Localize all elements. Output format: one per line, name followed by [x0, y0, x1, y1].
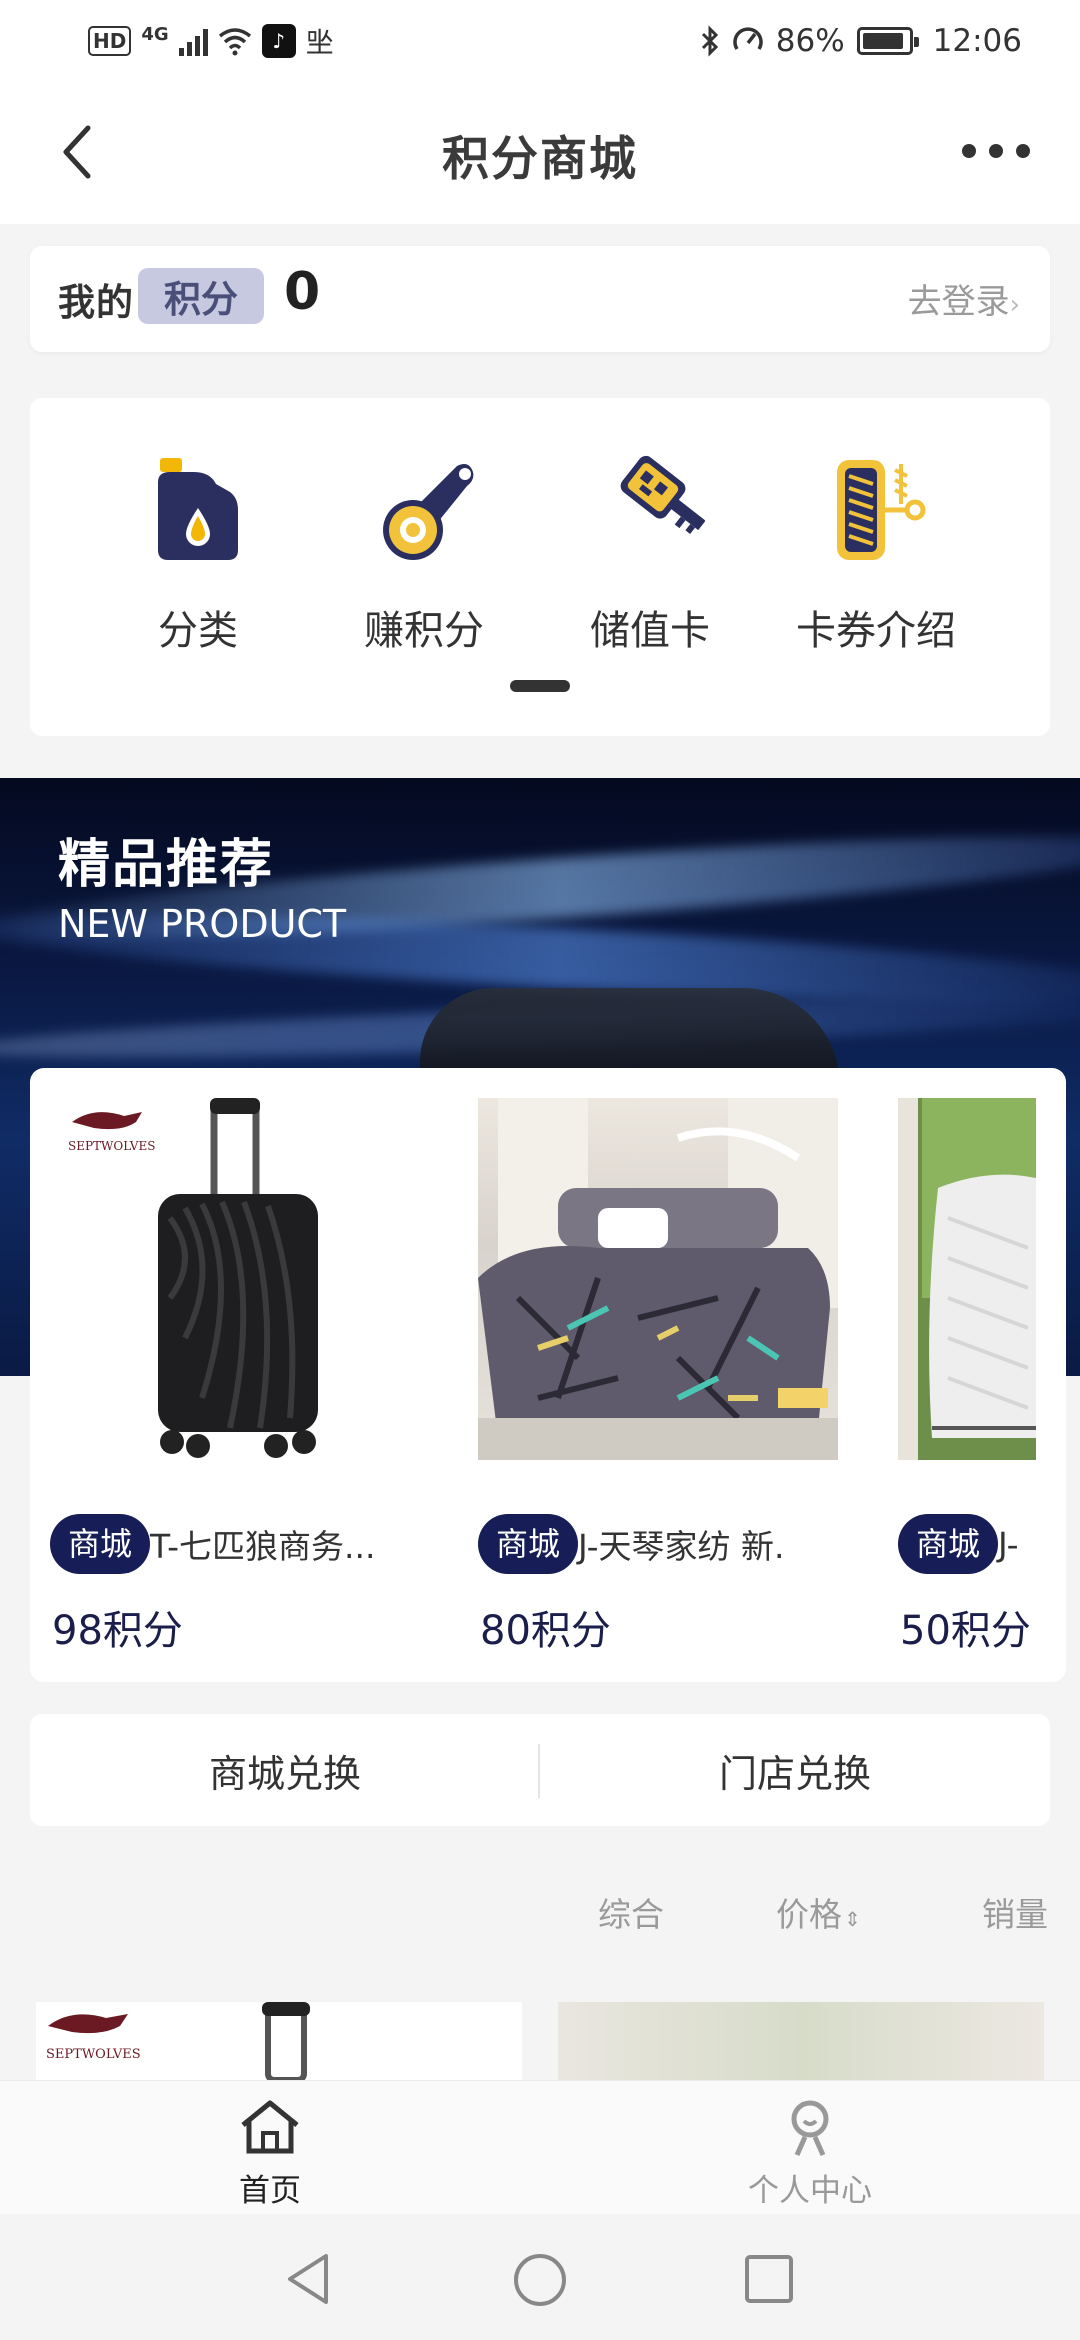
person-icon — [791, 2100, 829, 2157]
banner-title: 精品推荐 — [58, 835, 275, 895]
sort-arrows-icon: ⇕ — [844, 1907, 861, 1931]
product-name: 商城 J-天琴家纺 新. — [478, 1514, 878, 1574]
app-notification-icon: 㘴 — [305, 26, 334, 59]
network-type: 4G — [141, 24, 169, 45]
category-label: 卡券介绍 — [796, 608, 956, 654]
product-card[interactable]: 商城 J- 50积分 — [898, 1098, 1066, 1654]
chevron-right-icon: › — [1009, 290, 1020, 320]
hd-icon: HD — [88, 26, 132, 56]
app-header: 积分商城 — [0, 82, 1080, 224]
mall-tag: 商城 — [478, 1514, 579, 1574]
tiktok-icon: ♪ — [261, 24, 296, 58]
product-card[interactable]: 商城 J-天琴家纺 新. 80积分 — [478, 1098, 838, 1654]
tab-home[interactable]: 首页 — [170, 2097, 370, 2210]
category-menu: 分类 赚积分 储值卡 卡券介绍 — [30, 398, 1050, 736]
sort-sales[interactable]: 销量 — [982, 1888, 1048, 1936]
nav-home-icon[interactable] — [512, 2252, 568, 2308]
product-image: SEPTWOLVES — [50, 1098, 410, 1460]
tape-measure-icon — [383, 464, 474, 560]
mall-tag: 商城 — [898, 1514, 999, 1574]
page-indicator — [510, 680, 570, 692]
status-bar: HD 4G ♪ 㘴 86% 12:06 — [0, 0, 1080, 82]
brand-logo: SEPTWOLVES — [46, 2002, 310, 2080]
oil-bottle-icon — [158, 458, 238, 560]
product-image — [478, 1098, 838, 1460]
more-options-icon[interactable] — [962, 144, 1030, 158]
tab-profile-label: 个人中心 — [748, 2173, 872, 2209]
product-image — [898, 1098, 1036, 1460]
category-item-coupon-intro[interactable]: 卡券介绍 — [776, 454, 976, 656]
luggage-image — [158, 1098, 318, 1458]
product-price: 80积分 — [480, 1608, 611, 1654]
page-title: 积分商城 — [442, 132, 638, 187]
tab-home-label: 首页 — [239, 2173, 301, 2209]
home-icon — [241, 2100, 299, 2154]
product-title: T-七匹狼商务... — [150, 1527, 376, 1566]
product-card[interactable]: SEPTWOLVES 商城 T-七匹狼商务... 98积分 — [50, 1098, 410, 1654]
category-label: 赚积分 — [364, 608, 484, 654]
nav-back-icon[interactable] — [284, 2252, 334, 2306]
login-link[interactable]: 去登录› — [908, 274, 1020, 323]
sort-price[interactable]: 价格 ⇕ — [776, 1888, 861, 1936]
nav-recents-icon[interactable] — [744, 2254, 794, 2304]
status-right: 86% 12:06 — [700, 22, 1022, 60]
category-label: 储值卡 — [590, 608, 710, 654]
speedometer-icon — [733, 27, 763, 50]
grid-product-card[interactable]: SEPTWOLVES — [36, 2002, 522, 2080]
category-item-earn-points[interactable]: 赚积分 — [324, 454, 524, 656]
product-name: 商城 T-七匹狼商务... — [50, 1514, 450, 1574]
sort-price-label: 价格 — [776, 1895, 842, 1934]
tire-icon — [837, 460, 926, 560]
product-name: 商城 J- — [898, 1514, 1038, 1574]
signal-icon — [178, 26, 208, 56]
bottom-tab-bar: 首页 个人中心 — [0, 2080, 1080, 2214]
recommended-products: SEPTWOLVES 商城 T-七匹狼商务... 98积分 商城 J-天琴家纺 … — [30, 1068, 1066, 1682]
login-label: 去登录 — [907, 282, 1010, 322]
key-card-icon — [620, 455, 705, 534]
banner-subtitle: NEW PRODUCT — [58, 902, 347, 946]
product-title: J- — [998, 1524, 1019, 1564]
tab-store-exchange[interactable]: 门店兑换 — [540, 1714, 1050, 1826]
points-value: 0 — [284, 262, 321, 322]
clock: 12:06 — [932, 23, 1022, 59]
pillow-image — [898, 1098, 1036, 1460]
category-item-stored-value-card[interactable]: 储值卡 — [550, 454, 750, 656]
points-badge: 积分 — [138, 268, 264, 324]
product-price: 50积分 — [900, 1608, 1031, 1654]
svg-text:SEPTWOLVES: SEPTWOLVES — [46, 2047, 141, 2062]
bedding-image — [478, 1098, 838, 1460]
system-navigation-bar — [0, 2214, 1080, 2340]
exchange-tabs: 商城兑换 门店兑换 — [30, 1714, 1050, 1826]
wifi-icon — [218, 28, 251, 56]
my-points-label: 我的 — [58, 281, 134, 324]
mall-tag: 商城 — [50, 1514, 151, 1574]
category-item-classify[interactable]: 分类 — [98, 454, 298, 656]
tab-mall-exchange[interactable]: 商城兑换 — [30, 1714, 540, 1826]
grid-product-card[interactable] — [558, 2002, 1044, 2080]
battery-percent: 86% — [775, 23, 845, 59]
my-points-card: 我的 积分 0 去登录› — [30, 246, 1050, 352]
sort-comprehensive[interactable]: 综合 — [598, 1888, 664, 1936]
product-title: J-天琴家纺 新. — [578, 1527, 785, 1566]
bluetooth-icon — [701, 25, 718, 57]
tab-profile[interactable]: 个人中心 — [710, 2097, 910, 2210]
battery-icon — [856, 27, 919, 55]
status-left: HD 4G ♪ 㘴 — [88, 22, 334, 60]
product-price: 98积分 — [52, 1608, 183, 1654]
category-label: 分类 — [158, 608, 238, 654]
